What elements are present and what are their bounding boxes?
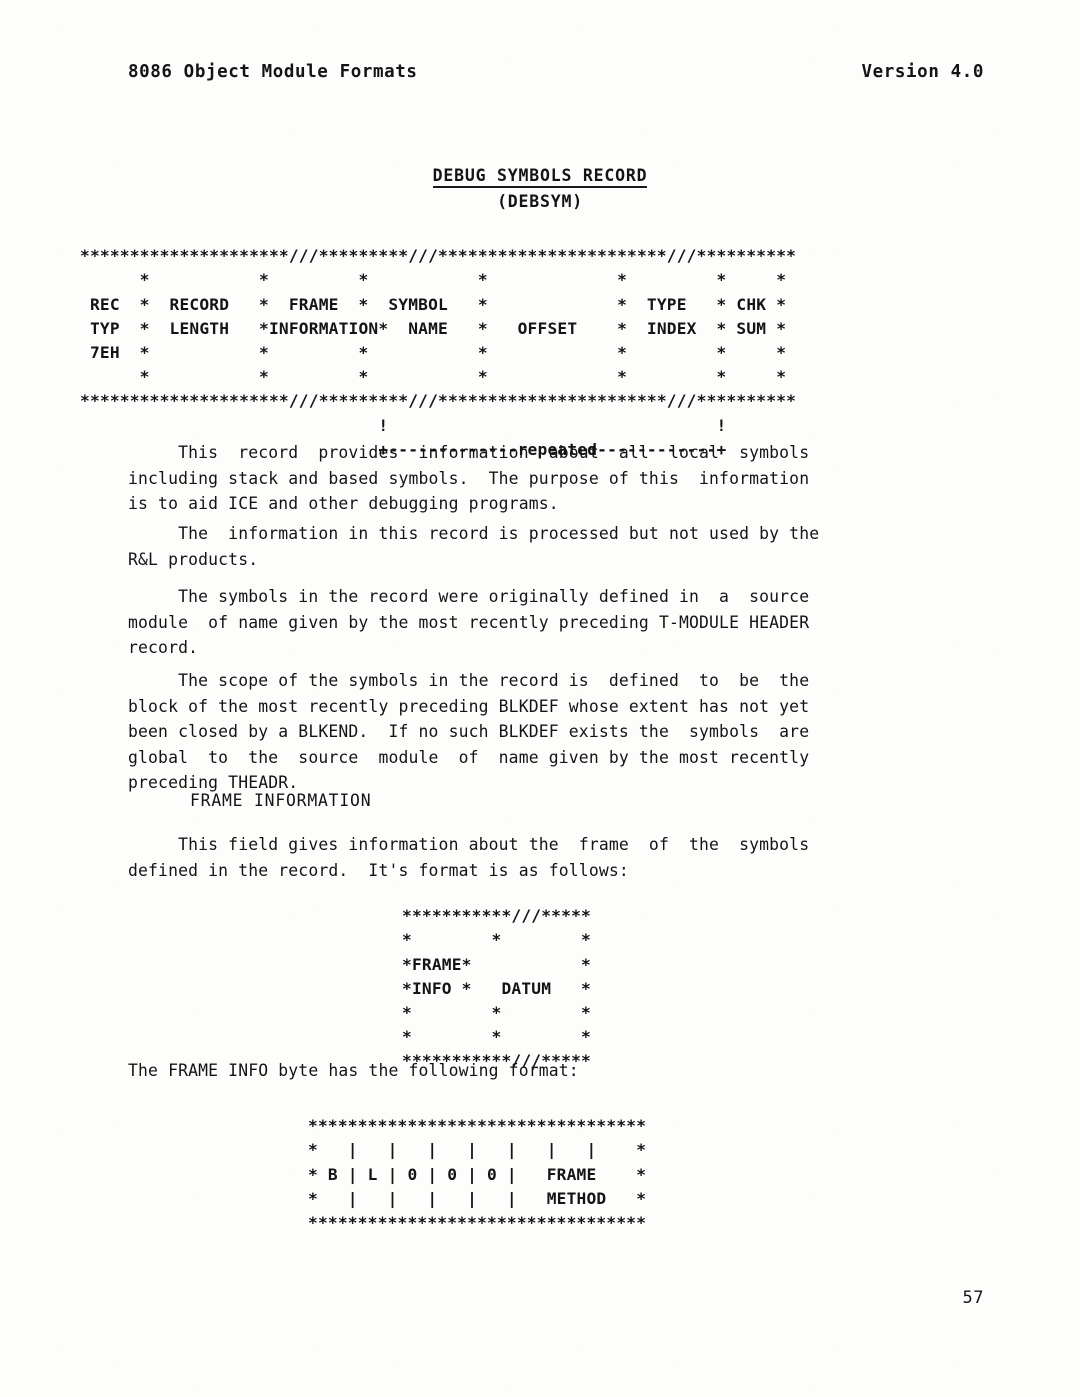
document-page: 8086 Object Module Formats Version 4.0 D…	[0, 0, 1080, 1397]
paragraph-processing-note: The information in this record is proces…	[128, 524, 820, 569]
running-head: 8086 Object Module Formats Version 4.0	[128, 62, 984, 82]
paragraph-record-purpose: This record provides information about a…	[128, 443, 810, 514]
paragraph-frame-byte-intro: The FRAME INFO byte has the following fo…	[128, 1061, 579, 1080]
frame-info-byte-diagram: ********************************** * | |…	[308, 1116, 647, 1232]
running-head-title: 8086 Object Module Formats	[128, 62, 418, 82]
record-title-block: DEBUG SYMBOLS RECORD (DEBSYM)	[0, 166, 1080, 211]
record-layout-diagram: *********************///*********///****…	[80, 246, 797, 459]
record-title: DEBUG SYMBOLS RECORD	[432, 166, 648, 188]
frame-information-field-diagram: ***********///***** * * * *FRAME* * *INF…	[402, 906, 591, 1071]
paragraph-symbol-origin: The symbols in the record were originall…	[128, 587, 810, 658]
page-number: 57	[962, 1288, 984, 1308]
paragraph-symbol-scope: The scope of the symbols in the record i…	[128, 671, 810, 793]
record-title-abbreviation: (DEBSYM)	[497, 192, 583, 211]
running-head-version: Version 4.0	[861, 62, 984, 82]
paragraph-frame-field-intro: This field gives information about the f…	[128, 835, 810, 880]
subheading-frame-information: FRAME INFORMATION	[190, 791, 372, 810]
